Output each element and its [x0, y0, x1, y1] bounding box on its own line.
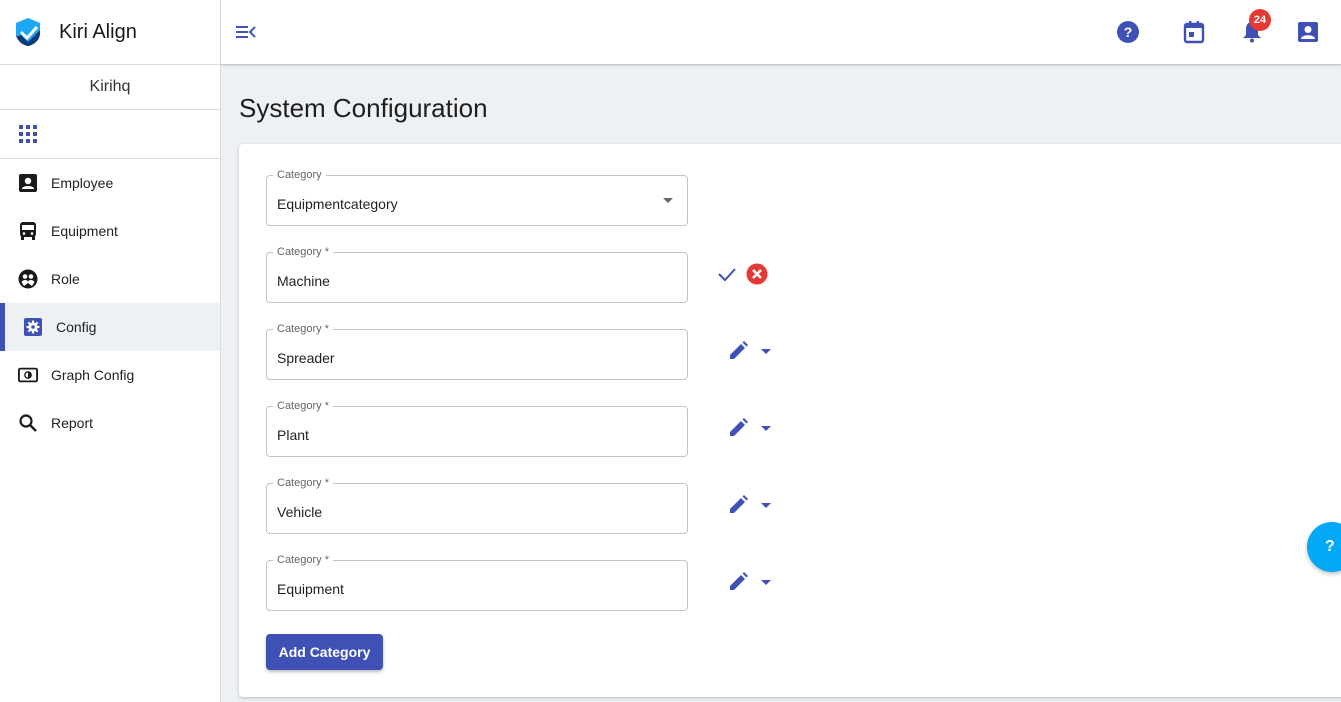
sidebar-item-graph-config[interactable]: Graph Config [0, 351, 220, 399]
row-actions [727, 340, 771, 362]
app-name: Kiri Align [59, 20, 137, 43]
row-actions [727, 571, 771, 593]
contrast-box-icon [18, 365, 38, 385]
selected-value: Equipmentcategory [277, 196, 398, 212]
sidebar-item-config[interactable]: Config [0, 303, 220, 351]
page-title: System Configuration [239, 93, 488, 123]
role-icon [18, 269, 38, 289]
row-actions [727, 417, 771, 439]
calendar-icon [1183, 21, 1205, 44]
category-input[interactable]: Category * Vehicle [266, 477, 688, 534]
chevron-down-icon[interactable] [663, 198, 673, 203]
category-input[interactable]: Category * Machine [266, 246, 688, 303]
grid-icon [19, 125, 37, 143]
field-label: Category * [273, 400, 333, 412]
edit-button[interactable] [727, 340, 749, 362]
brand[interactable]: Kiri Align [0, 0, 220, 65]
configuration-card: Category Equipmentcategory Category * Ma… [239, 144, 1341, 697]
field-label: Category * [273, 477, 333, 489]
logo-shield-icon [16, 18, 40, 46]
profile-button[interactable] [1296, 20, 1320, 44]
input-value: Machine [277, 273, 330, 289]
add-category-button[interactable]: Add Category [266, 634, 383, 670]
sidebar-item-label: Config [56, 319, 97, 335]
pencil-icon [730, 418, 748, 436]
sidebar-item-equipment[interactable]: Equipment [0, 207, 220, 255]
input-value: Vehicle [277, 504, 323, 520]
check-icon [718, 268, 736, 282]
sidebar-item-label: Graph Config [51, 367, 135, 383]
sidebar-nav: Employee Equipment Role Config Graph Con… [0, 159, 220, 447]
sidebar-item-label: Equipment [51, 223, 118, 239]
sidebar-item-role[interactable]: Role [0, 255, 220, 303]
category-select[interactable]: Category Equipmentcategory [266, 169, 688, 226]
sidebar-item-report[interactable]: Report [0, 399, 220, 447]
notification-count-badge: 24 [1249, 9, 1271, 31]
category-input[interactable]: Category * Plant [266, 400, 688, 457]
apps-grid-button[interactable] [0, 110, 220, 159]
sidebar: Kiri Align Kirihq Employee Equipment Rol… [0, 0, 221, 702]
bus-icon [18, 221, 38, 241]
top-bar: ? 24 [221, 0, 1341, 65]
settings-box-icon [23, 317, 43, 337]
help-button[interactable]: ? [1116, 20, 1140, 44]
chevron-down-icon[interactable] [761, 579, 771, 585]
category-input[interactable]: Category * Equipment [266, 554, 688, 611]
pencil-icon [730, 572, 748, 590]
calendar-button[interactable] [1182, 20, 1206, 44]
field-label: Category * [273, 323, 333, 335]
account-box-icon [18, 173, 38, 193]
category-input[interactable]: Category * Spreader [266, 323, 688, 380]
close-circle-icon [746, 263, 768, 285]
row-actions [727, 494, 771, 516]
field-label: Category * [273, 554, 333, 566]
pencil-icon [730, 341, 748, 359]
input-value: Plant [277, 427, 309, 443]
svg-text:?: ? [1124, 24, 1133, 40]
account-box-icon [1298, 22, 1318, 42]
input-value: Spreader [277, 350, 335, 366]
help-fab-label: ? [1325, 538, 1335, 555]
chevron-down-icon[interactable] [761, 425, 771, 431]
menu-collapse-button[interactable] [235, 22, 257, 42]
sidebar-item-label: Report [51, 415, 94, 431]
edit-button[interactable] [727, 494, 749, 516]
search-icon [18, 413, 38, 433]
input-value: Equipment [277, 581, 344, 597]
pencil-icon [730, 495, 748, 513]
field-label: Category [273, 169, 326, 181]
edit-button[interactable] [727, 571, 749, 593]
chevron-down-icon[interactable] [761, 502, 771, 508]
field-label: Category * [273, 246, 333, 258]
help-circle-icon: ? [1117, 21, 1139, 43]
notifications-button[interactable]: 24 [1240, 9, 1271, 44]
chevron-down-icon[interactable] [761, 348, 771, 354]
edit-button[interactable] [727, 417, 749, 439]
row-actions [717, 263, 768, 285]
sidebar-item-label: Role [51, 271, 80, 287]
confirm-button[interactable] [717, 264, 737, 284]
organization-name: Kirihq [0, 65, 220, 110]
cancel-button[interactable] [746, 263, 768, 285]
sidebar-item-employee[interactable]: Employee [0, 159, 220, 207]
sidebar-item-label: Employee [51, 175, 114, 191]
menu-collapse-icon [236, 26, 256, 38]
